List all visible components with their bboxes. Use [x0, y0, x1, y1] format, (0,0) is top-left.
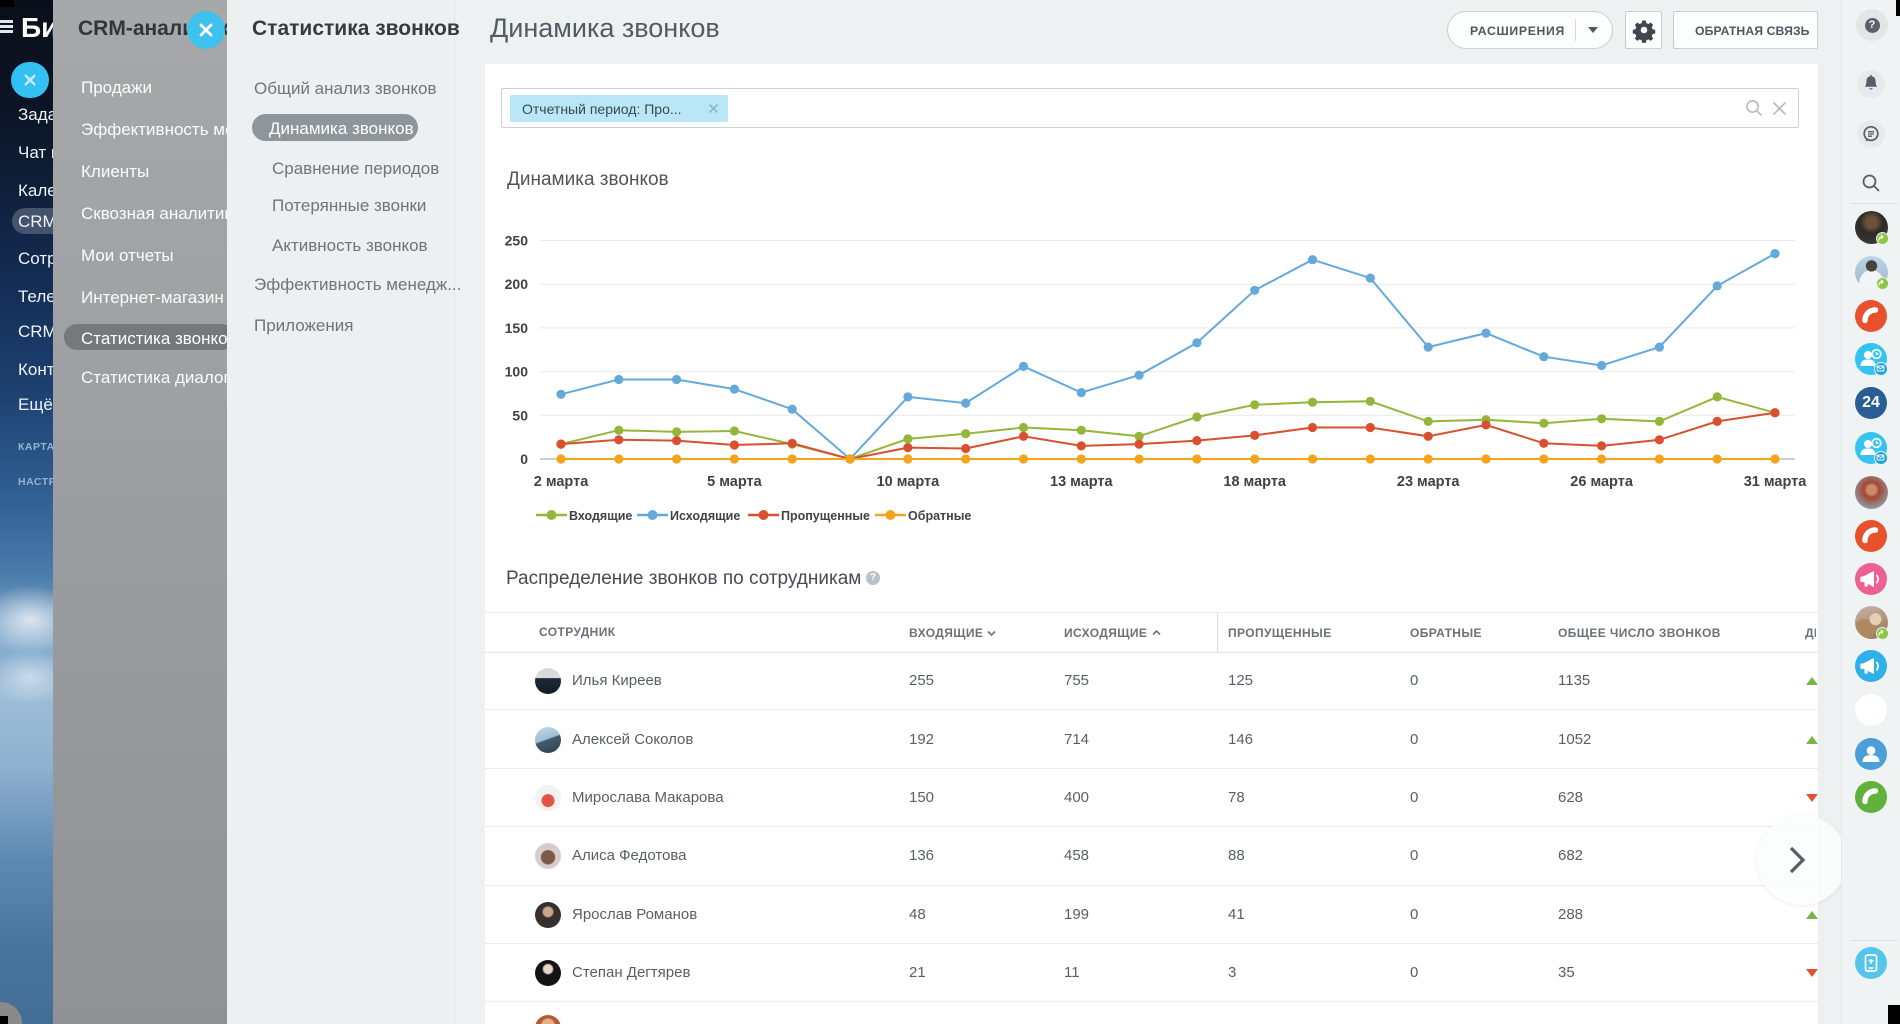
- svg-text:0: 0: [520, 451, 528, 467]
- svg-text:150: 150: [505, 320, 529, 336]
- svg-text:Обратные: Обратные: [908, 509, 971, 523]
- svg-text:31 марта: 31 марта: [1744, 474, 1808, 490]
- svg-text:Исходящие: Исходящие: [670, 509, 740, 523]
- svg-text:5 марта: 5 марта: [707, 474, 762, 490]
- svg-text:23 марта: 23 марта: [1397, 474, 1461, 490]
- svg-text:18 марта: 18 марта: [1223, 474, 1287, 490]
- svg-text:100: 100: [505, 364, 529, 380]
- svg-text:13 марта: 13 марта: [1050, 474, 1114, 490]
- svg-text:Пропущенные: Пропущенные: [781, 509, 870, 523]
- svg-text:200: 200: [505, 276, 529, 292]
- svg-text:26 марта: 26 марта: [1570, 474, 1634, 490]
- svg-text:250: 250: [505, 233, 529, 249]
- svg-text:10 марта: 10 марта: [877, 474, 941, 490]
- svg-text:50: 50: [512, 407, 528, 423]
- svg-text:Входящие: Входящие: [569, 509, 632, 523]
- svg-text:2 марта: 2 марта: [534, 474, 589, 490]
